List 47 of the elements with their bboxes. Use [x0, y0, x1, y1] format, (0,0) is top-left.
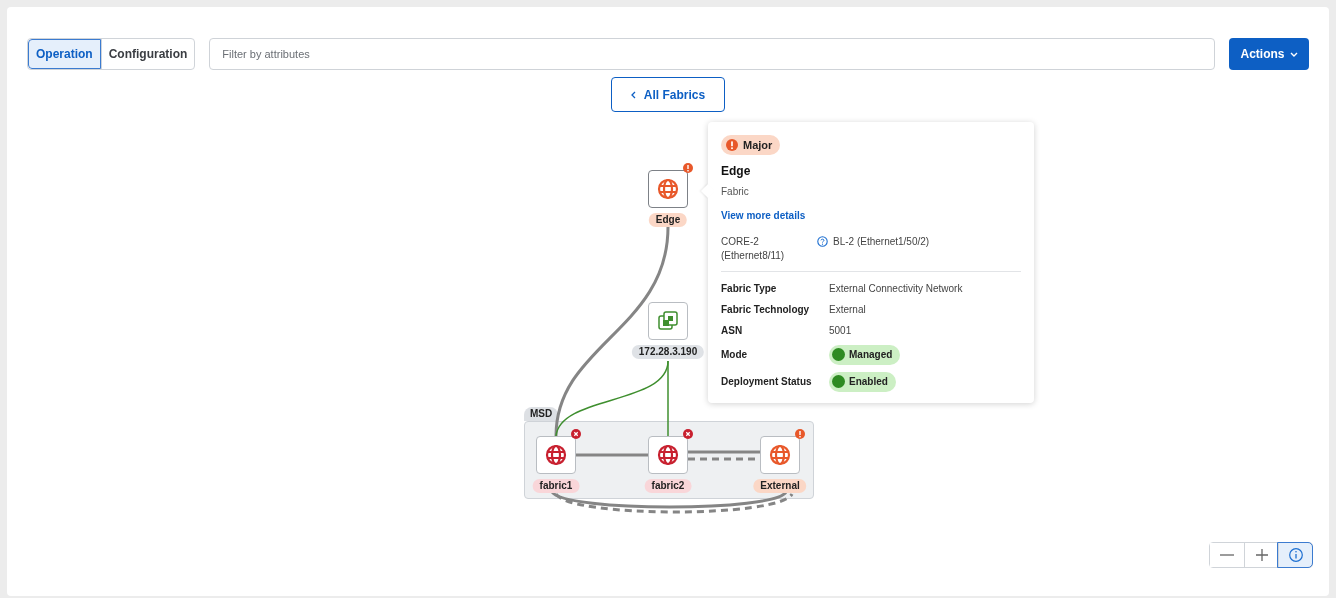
- connection-endpoint: BL-2 (Ethernet1/50/2): [833, 235, 930, 249]
- property-value: External: [829, 303, 866, 317]
- status-tag: Managed: [829, 344, 901, 365]
- info-button[interactable]: [1278, 543, 1312, 567]
- property-value: 5001: [829, 324, 852, 338]
- property-label: Mode: [721, 348, 749, 362]
- node-label: 172.28.3.190: [631, 345, 705, 359]
- node-tile[interactable]: [536, 436, 576, 474]
- overlapping-squares-icon: [657, 310, 679, 332]
- status-dot-icon: [832, 375, 845, 388]
- status-dot-icon: [832, 348, 845, 361]
- group-label: MSD: [524, 407, 559, 421]
- view-tab[interactable]: Configuration: [100, 39, 195, 69]
- node-label: fabric1: [532, 479, 580, 493]
- property-value: External Connectivity Network: [829, 282, 963, 296]
- node-tile[interactable]: [648, 302, 688, 340]
- tooltip-title: Edge: [721, 163, 752, 180]
- property-label: ASN: [721, 324, 744, 338]
- link-line: [688, 450, 760, 454]
- globe-icon: [545, 444, 567, 466]
- globe-icon: [657, 178, 679, 200]
- view-tab[interactable]: Operation: [28, 39, 101, 69]
- node-tile[interactable]: [648, 170, 688, 208]
- status-tag: Enabled: [829, 371, 896, 392]
- actions-button[interactable]: Actions: [1229, 38, 1309, 70]
- node-label: fabric2: [644, 479, 692, 493]
- details-link[interactable]: View more details: [721, 208, 806, 223]
- globe-icon: [769, 444, 791, 466]
- node-label: External: [753, 479, 807, 493]
- node-label: Edge: [648, 213, 688, 227]
- link-line: [576, 453, 648, 457]
- property-label: Fabric Technology: [721, 303, 811, 317]
- globe-icon: [657, 444, 679, 466]
- chevron-down-icon: [1289, 51, 1298, 57]
- help-icon: [817, 236, 828, 247]
- node-tile[interactable]: [648, 436, 688, 474]
- connection-endpoint: CORE-2 (Ethernet8/11): [721, 235, 786, 263]
- node-tile[interactable]: [760, 436, 800, 474]
- tooltip-subtitle: Fabric: [721, 185, 750, 199]
- severity-tag: Major: [721, 135, 781, 155]
- zoom-in-icon: [1255, 549, 1268, 561]
- back-button[interactable]: All Fabrics: [611, 77, 725, 112]
- chevron-left-icon: [630, 90, 636, 99]
- property-label: Deployment Status: [721, 375, 813, 389]
- filter-field[interactable]: Filter by attributes: [209, 38, 1215, 70]
- property-label: Fabric Type: [721, 282, 778, 296]
- info-icon: [1288, 548, 1303, 562]
